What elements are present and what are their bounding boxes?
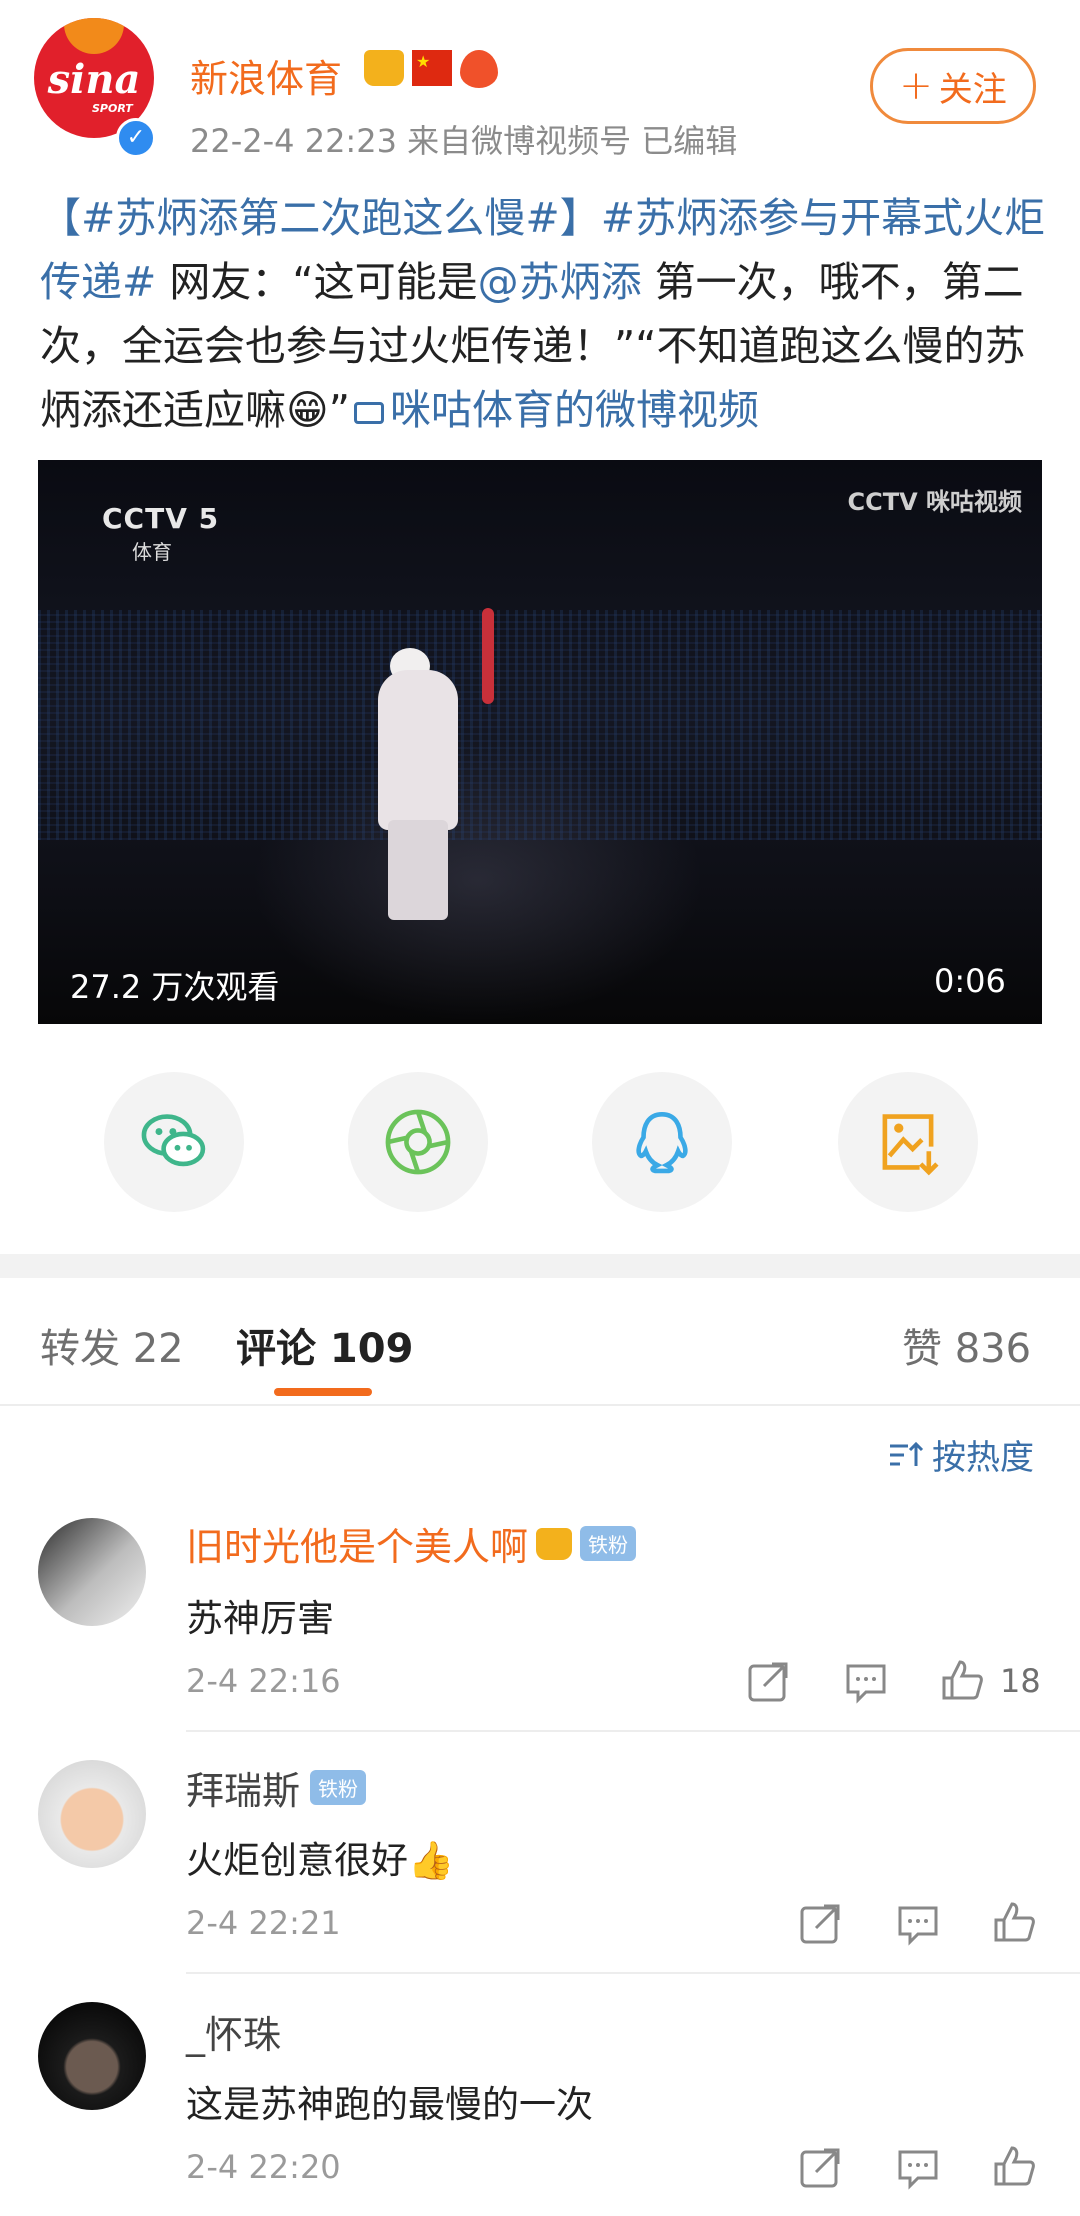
commenter-name[interactable]: 旧时光他是个美人啊 — [186, 1516, 528, 1571]
post-meta: 22-2-4 22:23 来自微博视频号 已编辑 — [190, 122, 738, 160]
follow-button[interactable]: + 关注 — [870, 48, 1036, 124]
share-moments-button[interactable] — [348, 1072, 488, 1212]
commenter-name[interactable]: _怀珠 — [186, 2013, 281, 2057]
grin-emoji-icon: 😁 — [286, 386, 329, 434]
fan-badge: 铁粉 — [310, 1770, 367, 1805]
commenter-name[interactable]: 拜瑞斯 — [186, 1760, 300, 1815]
video-view-count: 27.2 万次观看 — [70, 968, 280, 1006]
cctv5-watermark-sub: 体育 — [132, 540, 172, 564]
fire-badge-icon — [460, 50, 498, 88]
sort-label: 按热度 — [932, 1438, 1034, 1478]
video-link-label: 咪咕体育的微博视频 — [390, 386, 759, 434]
runner-figure-legs — [388, 820, 448, 920]
share-wechat-button[interactable] — [104, 1072, 244, 1212]
comment-icon — [846, 1664, 886, 1704]
save-image-button[interactable] — [838, 1072, 978, 1212]
comment-text: 苏神厉害 — [186, 1597, 334, 1640]
comment-text: 这是苏神跑的最慢的一次 — [186, 2083, 593, 2126]
repost-comment-button[interactable] — [746, 1660, 790, 1704]
comment-separator — [186, 1972, 1080, 1974]
crown-badge-icon — [536, 1527, 573, 1560]
post-text: 【#苏炳添第二次跑这么慢#】#苏炳添参与开幕式火炬传递# 网友：“这可能是@苏炳… — [40, 186, 1050, 442]
active-tab-indicator — [274, 1388, 372, 1396]
video-player[interactable]: CCTV 5 体育 CCTV 咪咕视频 — [38, 460, 1042, 1024]
reply-comment-button[interactable] — [844, 1660, 888, 1704]
comment-header: 旧时光他是个美人啊 铁粉 — [186, 1516, 637, 1571]
author-badges — [364, 50, 498, 88]
sina-logo: sina — [47, 56, 141, 103]
china-flag-icon — [412, 50, 452, 86]
share-out-icon — [748, 1662, 788, 1702]
repost-comment-button[interactable] — [798, 1902, 842, 1946]
thumbs-up-icon — [942, 1660, 983, 1700]
video-camera-icon — [354, 402, 384, 424]
commenter-avatar[interactable] — [38, 2002, 146, 2110]
tiger-mascot-icon — [64, 18, 124, 54]
video-link[interactable]: 咪咕体育的微博视频 — [350, 386, 759, 434]
follow-label: 关注 — [938, 69, 1007, 110]
repost-comment-button[interactable] — [798, 2146, 842, 2190]
thumbs-up-icon — [994, 2146, 1035, 2186]
like-comment-button[interactable] — [940, 1658, 984, 1702]
comment-header: _怀珠 — [186, 2004, 281, 2059]
save-image-icon — [882, 1114, 939, 1176]
like-comment-button[interactable] — [992, 1900, 1036, 1944]
qq-icon — [636, 1111, 688, 1174]
migu-watermark: CCTV 咪咕视频 — [847, 488, 1022, 516]
wechat-icon — [141, 1114, 206, 1167]
sort-icon — [890, 1441, 924, 1466]
comment-icon — [898, 2150, 938, 2190]
comment-header: 拜瑞斯 铁粉 — [186, 1760, 367, 1815]
reply-comment-button[interactable] — [896, 2146, 940, 2190]
comment-like-count: 18 — [1000, 1662, 1041, 1700]
comment-text: 火炬创意很好👍 — [186, 1839, 455, 1882]
comment-time: 2-4 22:21 — [186, 1904, 341, 1942]
runner-figure — [378, 670, 458, 830]
plus-icon: + — [899, 63, 933, 109]
share-out-icon — [800, 1904, 840, 1944]
reply-comment-button[interactable] — [896, 1902, 940, 1946]
post-body-text: ” — [328, 386, 350, 434]
share-out-icon — [800, 2148, 840, 2188]
cctv5-watermark: CCTV 5 — [102, 502, 220, 535]
thumbs-up-icon — [994, 1902, 1035, 1942]
author-name[interactable]: 新浪体育 — [190, 48, 342, 103]
comment-icon — [898, 1906, 938, 1946]
verified-badge-icon: ✓ — [116, 118, 156, 158]
post-body-text: 网友：“这可能是 — [156, 258, 478, 306]
commenter-avatar[interactable] — [38, 1760, 146, 1868]
crown-badge-icon — [364, 50, 404, 86]
tab-comment[interactable]: 评论 109 — [236, 1316, 413, 1374]
comment-time: 2-4 22:16 — [186, 1662, 341, 1700]
sina-sport-label: SPORT — [92, 102, 133, 115]
topic-link[interactable]: 【#苏炳添第二次跑这么慢#】 — [40, 194, 601, 242]
moments-icon — [385, 1109, 451, 1175]
commenter-avatar[interactable] — [38, 1518, 146, 1626]
torch-figure — [482, 608, 494, 704]
fan-badge: 铁粉 — [580, 1526, 637, 1561]
video-duration: 0:06 — [934, 962, 1006, 1000]
sort-by-hot-button[interactable]: 按热度 — [888, 1430, 1034, 1479]
comment-separator — [186, 1730, 1080, 1732]
tab-like[interactable]: 赞 836 — [902, 1316, 1031, 1374]
comment-time: 2-4 22:20 — [186, 2148, 341, 2186]
like-comment-button[interactable] — [992, 2144, 1036, 2188]
tab-repost[interactable]: 转发 22 — [40, 1316, 184, 1374]
share-qq-button[interactable] — [592, 1072, 732, 1212]
video-crowd-background — [38, 610, 1042, 840]
section-divider — [0, 1254, 1080, 1278]
tab-divider — [0, 1404, 1080, 1406]
mention-link[interactable]: @苏炳添 — [478, 258, 642, 306]
